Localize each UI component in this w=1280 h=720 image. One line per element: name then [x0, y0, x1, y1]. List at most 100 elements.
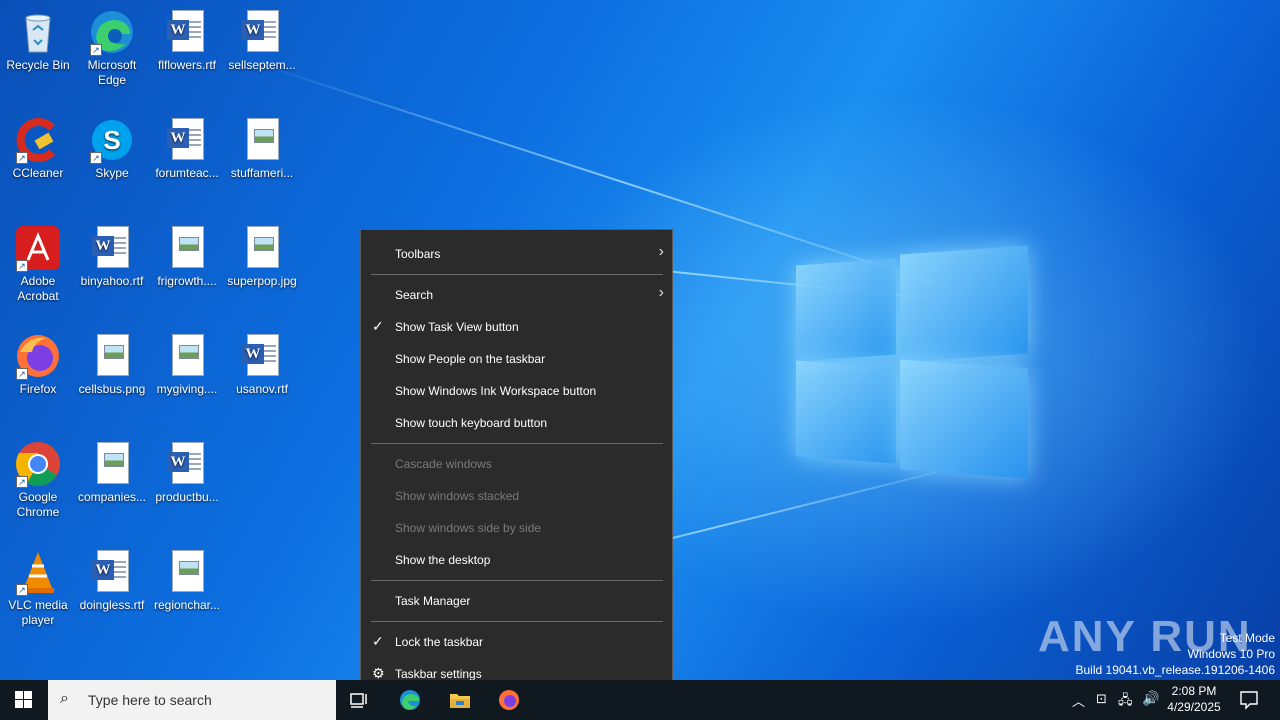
icon-label: companies... [77, 490, 147, 504]
firefox-icon [499, 690, 519, 710]
menu-separator [371, 621, 663, 622]
shortcut-arrow-icon: ↗ [16, 152, 28, 164]
word-doc-icon: W [163, 440, 211, 488]
menu-separator [371, 274, 663, 275]
security-icon[interactable]: ⊡ [1096, 691, 1107, 707]
icon-label: Google Chrome [16, 490, 60, 519]
icon-label: Skype [95, 166, 129, 180]
watermark-line-build: Build 19041.vb_release.191206-1406 [1075, 663, 1276, 677]
menu-item-toolbars[interactable]: Toolbars › [361, 239, 672, 269]
show-hidden-icons-chevron-icon[interactable]: ︿ [1072, 691, 1085, 710]
chevron-right-icon: › [658, 284, 664, 301]
task-view-icon [350, 693, 367, 708]
volume-icon[interactable]: 🔊 [1142, 690, 1159, 707]
icon-label: binyahoo.rtf [80, 274, 144, 288]
menu-item-label: Show windows side by side [395, 521, 542, 535]
menu-item-label: Show Task View button [395, 320, 519, 334]
svg-text:S: S [103, 125, 120, 155]
desktop-icon-adobe-acrobat[interactable]: ↗ Adobe Acrobat [0, 224, 76, 304]
clock-date: 4/29/2025 [1167, 700, 1221, 714]
menu-item-windows-stacked: Show windows stacked [361, 481, 672, 511]
menu-item-label: Taskbar settings [395, 667, 482, 681]
taskbar-file-explorer-button[interactable] [448, 688, 472, 712]
desktop-icon-microsoft-edge[interactable]: ↗ Microsoft Edge [74, 8, 150, 88]
desktop-icon-stuffameri[interactable]: stuffameri... [224, 116, 300, 181]
acrobat-icon: ↗ [14, 224, 62, 272]
menu-item-label: Show the desktop [395, 553, 491, 567]
icon-label: Firefox [19, 382, 57, 396]
desktop-icon-vlc[interactable]: ↗ VLC media player [0, 548, 76, 628]
desktop-icon-skype[interactable]: S ↗ Skype [74, 116, 150, 181]
network-icon[interactable]: 🖧 [1118, 691, 1133, 713]
desktop-icon-mygiving[interactable]: mygiving.... [149, 332, 225, 397]
watermark-line-test-mode: Test Mode [1219, 631, 1275, 645]
menu-separator [371, 443, 663, 444]
icon-label: CCleaner [12, 166, 64, 180]
word-doc-icon: W [163, 116, 211, 164]
menu-item-show-people[interactable]: Show People on the taskbar [361, 344, 672, 374]
image-file-icon [88, 440, 136, 488]
edge-icon: ↗ [88, 8, 136, 56]
clock-time: 2:08 PM [1171, 684, 1217, 698]
skype-icon: S ↗ [88, 116, 136, 164]
desktop-icon-usanov[interactable]: W usanov.rtf [224, 332, 300, 397]
desktop-icon-binyahoo[interactable]: W binyahoo.rtf [74, 224, 150, 289]
menu-item-task-manager[interactable]: Task Manager [361, 586, 672, 616]
menu-item-label: Search [395, 288, 434, 302]
icon-label: Adobe Acrobat [17, 274, 59, 303]
desktop-icon-companies[interactable]: companies... [74, 440, 150, 505]
ccleaner-icon: ↗ [14, 116, 62, 164]
menu-item-label: Show windows stacked [395, 489, 520, 503]
checkmark-icon: ✓ [372, 633, 384, 649]
desktop-icon-flflowers[interactable]: W flflowers.rtf [149, 8, 225, 73]
taskbar-firefox-button[interactable] [497, 688, 521, 712]
word-doc-icon: W [88, 548, 136, 596]
folder-icon [450, 694, 470, 708]
start-button[interactable] [0, 680, 48, 720]
menu-item-label: Show People on the taskbar [395, 352, 546, 366]
desktop-icon-firefox[interactable]: ↗ Firefox [0, 332, 76, 397]
desktop-icon-cellsbus[interactable]: cellsbus.png [74, 332, 150, 397]
desktop-icon-regionchar[interactable]: regionchar... [149, 548, 225, 613]
shortcut-arrow-icon: ↗ [16, 584, 28, 596]
menu-item-search[interactable]: Search › [361, 280, 672, 310]
icon-label: superpop.jpg [227, 274, 297, 288]
task-view-button[interactable] [348, 688, 372, 712]
desktop-icon-doingless[interactable]: W doingless.rtf [74, 548, 150, 613]
desktop-icon-ccleaner[interactable]: ↗ CCleaner [0, 116, 76, 181]
icon-label: sellseptem... [228, 58, 296, 72]
image-file-icon [163, 332, 211, 380]
word-doc-icon: W [238, 8, 286, 56]
desktop-icon-forumteac[interactable]: W forumteac... [149, 116, 225, 181]
image-file-icon [238, 116, 286, 164]
image-file-icon [163, 548, 211, 596]
menu-item-show-ink-workspace[interactable]: Show Windows Ink Workspace button [361, 376, 672, 406]
test-mode-watermark: Test Mode Windows 10 Pro Build 19041.vb_… [1076, 630, 1276, 678]
menu-item-lock-taskbar[interactable]: ✓ Lock the taskbar [361, 627, 672, 657]
desktop-icon-productbu[interactable]: W productbu... [149, 440, 225, 505]
menu-item-label: Task Manager [395, 594, 471, 608]
shortcut-arrow-icon: ↗ [90, 44, 102, 56]
recycle-bin-icon [14, 8, 62, 56]
menu-item-label: Cascade windows [395, 457, 492, 471]
menu-separator [371, 580, 663, 581]
word-doc-icon: W [163, 8, 211, 56]
firefox-icon: ↗ [14, 332, 62, 380]
menu-item-show-touch-keyboard[interactable]: Show touch keyboard button [361, 408, 672, 438]
desktop-icon-superpop[interactable]: superpop.jpg [224, 224, 300, 289]
menu-item-cascade-windows: Cascade windows [361, 449, 672, 479]
desktop-icon-google-chrome[interactable]: ↗ Google Chrome [0, 440, 76, 520]
taskbar-edge-button[interactable] [398, 688, 422, 712]
edge-icon [400, 690, 420, 710]
search-icon: ⌕ [60, 690, 69, 707]
clock[interactable]: 2:08 PM 4/29/2025 [1166, 680, 1222, 720]
desktop-icon-recycle-bin[interactable]: Recycle Bin [0, 8, 76, 73]
desktop-icon-frigrowth[interactable]: frigrowth.... [149, 224, 225, 289]
menu-item-show-desktop[interactable]: Show the desktop [361, 545, 672, 575]
menu-item-label: Lock the taskbar [395, 635, 484, 649]
desktop-icon-sellseptem[interactable]: W sellseptem... [224, 8, 300, 73]
menu-item-show-task-view[interactable]: ✓ Show Task View button [361, 312, 672, 342]
taskbar-search-box[interactable]: ⌕ Type here to search [48, 680, 336, 720]
image-file-icon [163, 224, 211, 272]
icon-label: usanov.rtf [236, 382, 288, 396]
